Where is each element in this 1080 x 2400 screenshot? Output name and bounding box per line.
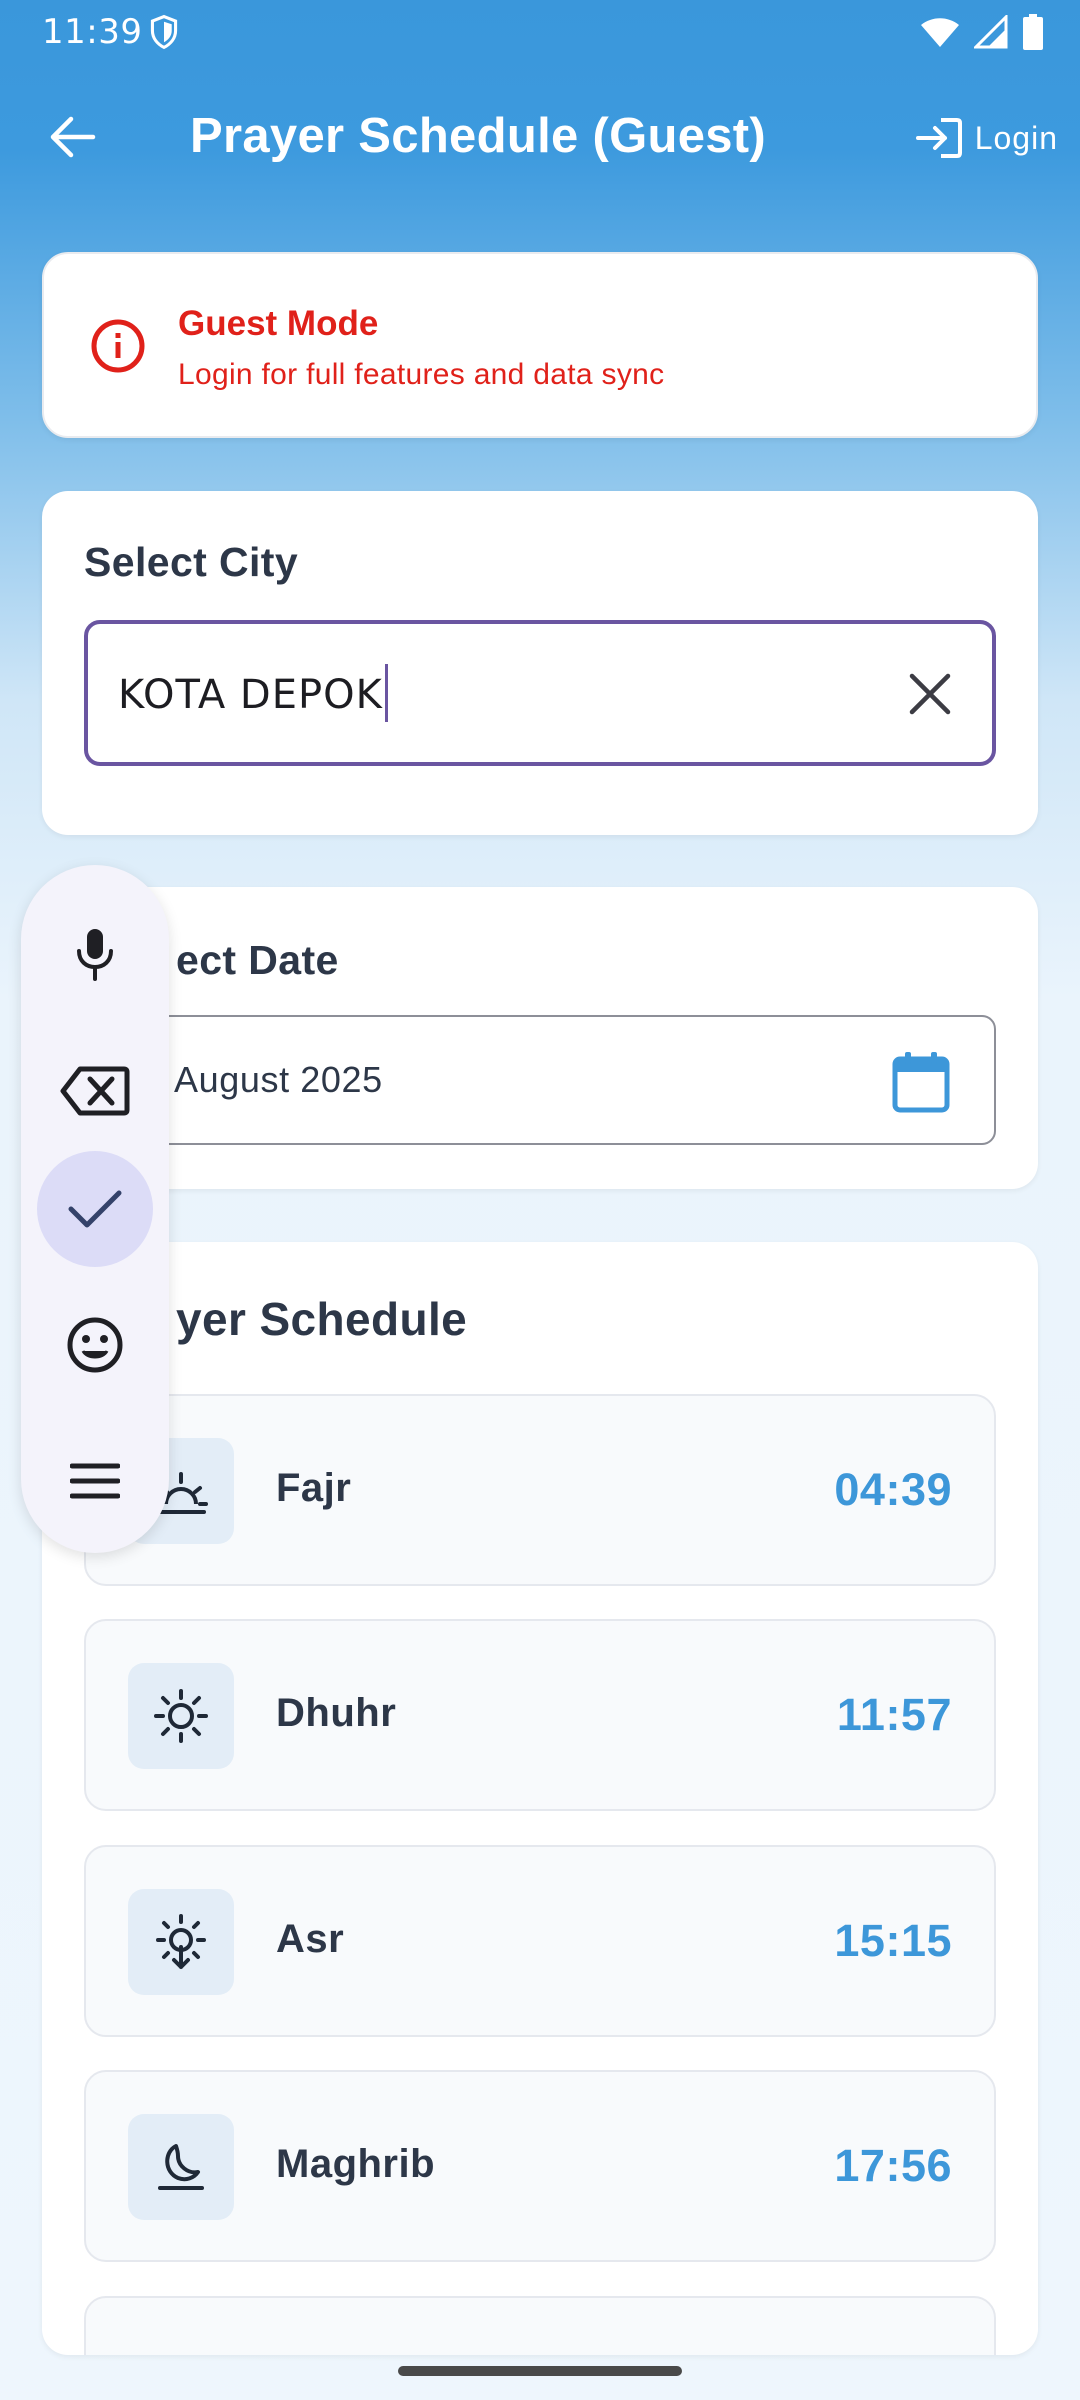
date-heading: ect Date	[176, 937, 339, 983]
mic-icon	[77, 929, 113, 981]
prayer-row-asr: Asr 15:15	[84, 1845, 996, 2037]
login-button[interactable]: Login	[915, 110, 1058, 166]
status-time: 11:39	[42, 12, 143, 52]
prayer-time: 17:56	[834, 2140, 952, 2191]
city-input-value: KOTA DEPOK	[118, 664, 388, 726]
calendar-icon[interactable]	[892, 1051, 950, 1113]
city-input[interactable]: KOTA DEPOK	[84, 620, 996, 766]
guest-mode-message: Login for full features and data sync	[178, 358, 665, 391]
back-button[interactable]	[36, 100, 110, 174]
keyboard-menu-button[interactable]	[37, 1423, 153, 1539]
prayer-icon-box	[128, 1889, 234, 1995]
text-caret	[384, 664, 388, 722]
check-icon	[68, 1190, 122, 1228]
prayer-icon-box	[128, 2114, 234, 2220]
prayer-row-maghrib: Maghrib 17:56	[84, 2070, 996, 2262]
info-icon	[91, 319, 145, 373]
moon-icon	[158, 2144, 204, 2190]
backspace-icon	[60, 1066, 130, 1116]
sun-icon	[154, 1689, 208, 1743]
prayer-icon-box	[128, 1663, 234, 1769]
home-indicator[interactable]	[398, 2366, 682, 2376]
shield-icon	[150, 14, 178, 50]
prayer-row-partial	[84, 2296, 996, 2355]
keyboard-toolbar	[21, 865, 169, 1553]
prayer-time: 15:15	[834, 1915, 952, 1966]
guest-mode-banner: Guest Mode Login for full features and d…	[42, 252, 1038, 438]
date-input-value: August 2025	[174, 1059, 383, 1100]
status-bar: 11:39	[0, 0, 1080, 60]
backspace-button[interactable]	[37, 1033, 153, 1149]
battery-icon	[1023, 14, 1043, 50]
voice-input-button[interactable]	[37, 897, 153, 1013]
prayer-time: 04:39	[834, 1464, 952, 1515]
wifi-icon	[921, 18, 959, 47]
prayer-row-dhuhr: Dhuhr 11:57	[84, 1619, 996, 1811]
arrow-left-icon	[50, 116, 96, 158]
done-button[interactable]	[37, 1151, 153, 1267]
emoji-button[interactable]	[37, 1287, 153, 1403]
signal-icon	[974, 15, 1008, 49]
prayer-name: Maghrib	[276, 2142, 436, 2186]
page-title: Prayer Schedule (Guest)	[190, 109, 767, 163]
login-icon	[915, 118, 962, 158]
prayer-time: 11:57	[836, 1689, 952, 1740]
prayer-name: Asr	[276, 1917, 345, 1961]
date-card: ect Date August 2025	[42, 887, 1038, 1189]
schedule-heading: yer Schedule	[176, 1293, 468, 1345]
menu-icon	[70, 1463, 120, 1499]
emoji-icon	[67, 1317, 123, 1373]
date-input[interactable]: August 2025	[84, 1015, 996, 1145]
sun-down-icon	[156, 1914, 206, 1969]
city-card: Select City KOTA DEPOK	[42, 491, 1038, 835]
app-bar: Prayer Schedule (Guest) Login	[0, 80, 1080, 195]
status-icons	[920, 14, 1044, 50]
prayer-name: Fajr	[276, 1466, 352, 1510]
prayer-schedule-card: yer Schedule Fajr 04:39 Dhuhr 11:57 Asr …	[42, 1242, 1038, 2355]
prayer-name: Dhuhr	[276, 1691, 397, 1735]
guest-mode-title: Guest Mode	[178, 304, 379, 343]
clear-icon[interactable]	[902, 666, 958, 722]
city-heading: Select City	[84, 539, 299, 585]
prayer-row-fajr: Fajr 04:39	[84, 1394, 996, 1586]
login-label: Login	[974, 119, 1058, 156]
